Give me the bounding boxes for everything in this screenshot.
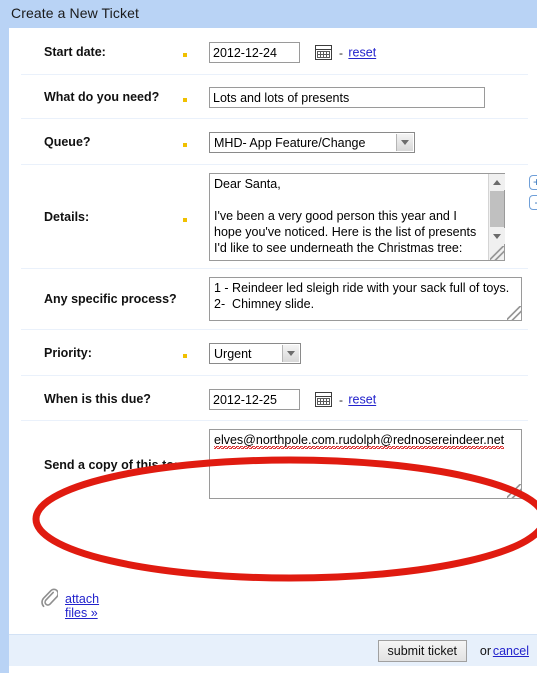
table-row-priority: Priority: Urgent bbox=[21, 330, 528, 376]
submit-ticket-button[interactable]: submit ticket bbox=[377, 640, 467, 662]
create-ticket-window: Create a New Ticket Start date: - reset … bbox=[0, 0, 537, 673]
chevron-down-icon bbox=[282, 345, 299, 362]
field-what-do-you-need bbox=[209, 87, 485, 108]
paperclip-icon bbox=[41, 588, 58, 608]
window-title-bar: Create a New Ticket bbox=[0, 0, 537, 28]
separator-dash: - bbox=[339, 392, 344, 407]
reset-start-date-link[interactable]: reset bbox=[348, 46, 376, 60]
label-queue: Queue? bbox=[44, 135, 91, 149]
due-date-input[interactable] bbox=[209, 389, 300, 410]
required-marker bbox=[183, 53, 187, 57]
label-start-date: Start date: bbox=[44, 45, 106, 59]
calendar-icon[interactable] bbox=[314, 44, 332, 60]
table-row-send-copy: Send a copy of this to: elves@northpole.… bbox=[21, 421, 528, 509]
queue-select-value: MHD- App Feature/Change bbox=[214, 136, 366, 150]
queue-select[interactable]: MHD- App Feature/Change bbox=[209, 132, 415, 153]
label-priority: Priority: bbox=[44, 346, 92, 360]
table-row-due-date: When is this due? - reset bbox=[21, 376, 528, 421]
specific-process-textarea[interactable]: 1 - Reindeer led sleigh ride with your s… bbox=[209, 277, 522, 321]
required-marker bbox=[183, 143, 187, 147]
details-scrollbar[interactable] bbox=[488, 174, 505, 260]
ticket-form: Start date: - reset What do you need? Qu… bbox=[21, 30, 537, 509]
form-footer: submit ticket or cancel bbox=[9, 634, 537, 666]
cancel-link[interactable]: cancel bbox=[493, 644, 529, 658]
field-details: Dear Santa, I've been a very good person… bbox=[209, 173, 537, 264]
priority-select[interactable]: Urgent bbox=[209, 343, 301, 364]
scrollbar-thumb[interactable] bbox=[490, 191, 504, 227]
add-details-button[interactable]: + bbox=[529, 175, 537, 190]
scroll-up-icon[interactable] bbox=[489, 174, 505, 190]
scroll-down-icon[interactable] bbox=[489, 228, 505, 244]
footer-or-text: or bbox=[479, 644, 491, 658]
table-row-details: Details: Dear Santa, I've been a very go… bbox=[21, 165, 537, 269]
reset-due-date-link[interactable]: reset bbox=[348, 393, 376, 407]
required-marker bbox=[183, 354, 187, 358]
start-date-input[interactable] bbox=[209, 42, 300, 63]
table-row-what-do-you-need: What do you need? bbox=[21, 75, 528, 119]
details-textarea[interactable]: Dear Santa, I've been a very good person… bbox=[209, 173, 505, 261]
label-send-copy: Send a copy of this to: bbox=[44, 458, 179, 472]
page-title: Create a New Ticket bbox=[11, 5, 139, 21]
field-specific-process: 1 - Reindeer led sleigh ride with your s… bbox=[209, 277, 522, 324]
send-copy-textarea[interactable]: elves@northpole.com.rudolph@rednosereind… bbox=[209, 429, 522, 499]
separator-dash: - bbox=[339, 45, 344, 60]
field-start-date: - reset bbox=[209, 42, 376, 63]
table-row-start-date: Start date: - reset bbox=[21, 30, 528, 75]
need-input[interactable] bbox=[209, 87, 485, 108]
field-queue: MHD- App Feature/Change bbox=[209, 132, 415, 153]
calendar-icon[interactable] bbox=[314, 391, 332, 407]
chevron-down-icon bbox=[396, 134, 413, 151]
field-due-date: - reset bbox=[209, 389, 376, 410]
label-details: Details: bbox=[44, 210, 90, 224]
field-send-copy: elves@northpole.com.rudolph@rednosereind… bbox=[209, 429, 522, 502]
send-copy-value: elves@northpole.com.rudolph@rednosereind… bbox=[214, 433, 505, 449]
required-marker bbox=[183, 98, 187, 102]
field-priority: Urgent bbox=[209, 343, 301, 364]
label-what-do-you-need: What do you need? bbox=[44, 90, 160, 104]
attach-files-link[interactable]: attach files » bbox=[65, 592, 99, 620]
label-specific-process: Any specific process? bbox=[44, 292, 177, 306]
table-row-specific-process: Any specific process? 1 - Reindeer led s… bbox=[21, 269, 528, 330]
required-marker bbox=[183, 218, 187, 222]
remove-details-button[interactable]: - bbox=[529, 195, 537, 210]
left-rail-decoration bbox=[0, 28, 9, 673]
table-row-queue: Queue? MHD- App Feature/Change bbox=[21, 119, 528, 165]
label-due-date: When is this due? bbox=[44, 392, 151, 406]
